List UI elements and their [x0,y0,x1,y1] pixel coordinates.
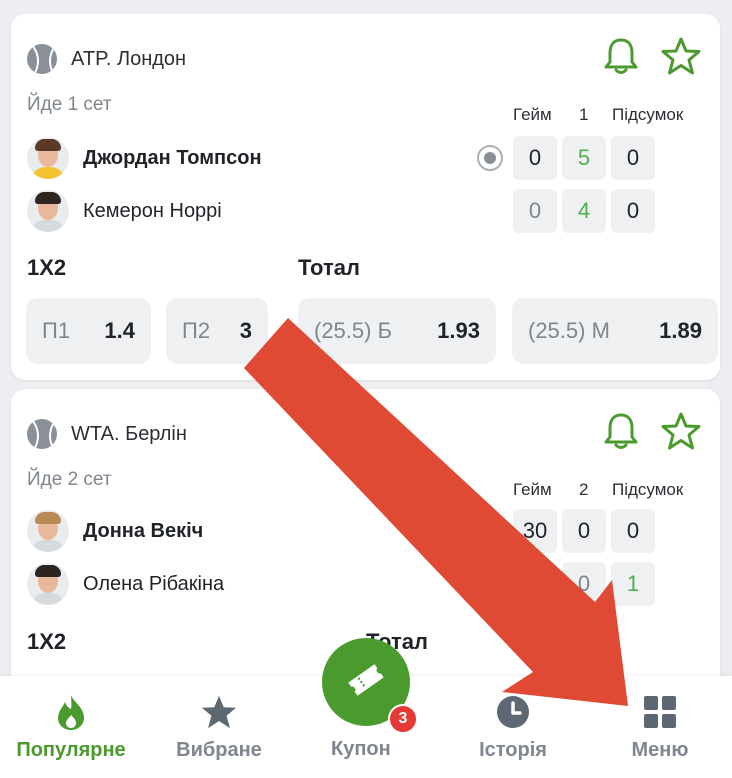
player-row: Кемерон Норрі [27,190,222,232]
bell-icon[interactable] [603,36,639,76]
odd-label: (25.5) М [528,318,610,343]
favorite-star-icon[interactable] [661,411,701,451]
score-total: 1 [611,562,655,606]
serving-indicator-icon [477,518,503,544]
player-row: Джордан Томпсон [27,137,262,179]
league-header: WTA. Берлін [27,419,187,449]
ticket-icon [344,658,388,707]
odd-value: 1.93 [437,318,480,343]
odd-total-under-button[interactable]: (25.5) М 1.89 [512,298,718,364]
player-name: Донна Векіч [83,519,204,542]
player-row: Олена Рібакіна [27,563,224,605]
score-total: 0 [611,136,655,180]
odd-p2-button[interactable]: П2 3 [166,298,268,364]
tennis-ball-icon [27,419,57,449]
nav-menu[interactable]: Меню [620,676,700,762]
nav-label: Історія [479,739,547,761]
odd-label: П1 [42,318,71,343]
coupon-count-badge: 3 [388,704,418,734]
market-total-label: Тотал [298,255,360,280]
nav-history[interactable]: Історія [468,676,558,762]
score-set: 4 [562,189,606,233]
nav-label: Меню [631,739,689,761]
league-name: ATP. Лондон [71,47,187,70]
odd-value: 3 [239,318,252,343]
odd-total-over-button[interactable]: (25.5) Б 1.93 [298,298,496,364]
player-row: Донна Векіч [27,510,203,552]
nav-popular[interactable]: Популярне [12,676,130,762]
column-header-set: 1 [579,105,589,124]
match-status: Йде 2 сет [27,469,112,490]
score-total: 0 [611,509,655,553]
player-name: Джордан Томпсон [83,146,262,169]
avatar [27,510,69,552]
nav-favorites[interactable]: Вибране [165,676,273,762]
score-set: 5 [562,136,606,180]
column-header-total: Підсумок [612,105,684,124]
match-card-atp-london[interactable]: ATP. Лондон Йде 1 сет Гейм 1 Підсумок Дж… [11,14,720,380]
score-game: 0 [513,189,557,233]
star-icon [199,692,239,732]
favorite-star-icon[interactable] [661,36,701,76]
league-name: WTA. Берлін [71,422,187,445]
nav-label: Вибране [176,739,262,761]
score-game: 0 [513,562,557,606]
market-1x2-label: 1X2 [27,255,67,280]
score-set: 0 [562,562,606,606]
clock-icon [493,692,533,732]
score-set: 0 [562,509,606,553]
column-header-set: 2 [579,480,589,499]
avatar [27,563,69,605]
avatar [27,137,69,179]
column-header-game: Гейм [513,105,552,124]
odd-value: 1.4 [104,318,135,343]
league-header: ATP. Лондон [27,44,186,74]
column-header-total: Підсумок [612,480,684,499]
market-1x2-label: 1X2 [27,629,67,654]
score-total: 0 [611,189,655,233]
odd-value: 1.89 [659,318,702,343]
bell-icon[interactable] [603,411,639,451]
odd-p1-button[interactable]: П1 1.4 [26,298,151,364]
match-status: Йде 1 сет [27,94,112,115]
player-name: Кемерон Норрі [83,199,222,222]
score-game: 0 [513,136,557,180]
flame-icon [51,692,91,732]
odd-label: П2 [182,318,211,343]
column-header-game: Гейм [513,480,552,499]
grid-menu-icon [640,692,680,732]
avatar [27,190,69,232]
serving-indicator-icon [477,145,503,171]
odd-label: (25.5) Б [314,318,393,343]
nav-label: Популярне [16,739,126,761]
coupon-label: Купон [331,738,391,760]
player-name: Олена Рібакіна [83,572,225,595]
score-game: 30 [513,509,557,553]
tennis-ball-icon [27,44,57,74]
